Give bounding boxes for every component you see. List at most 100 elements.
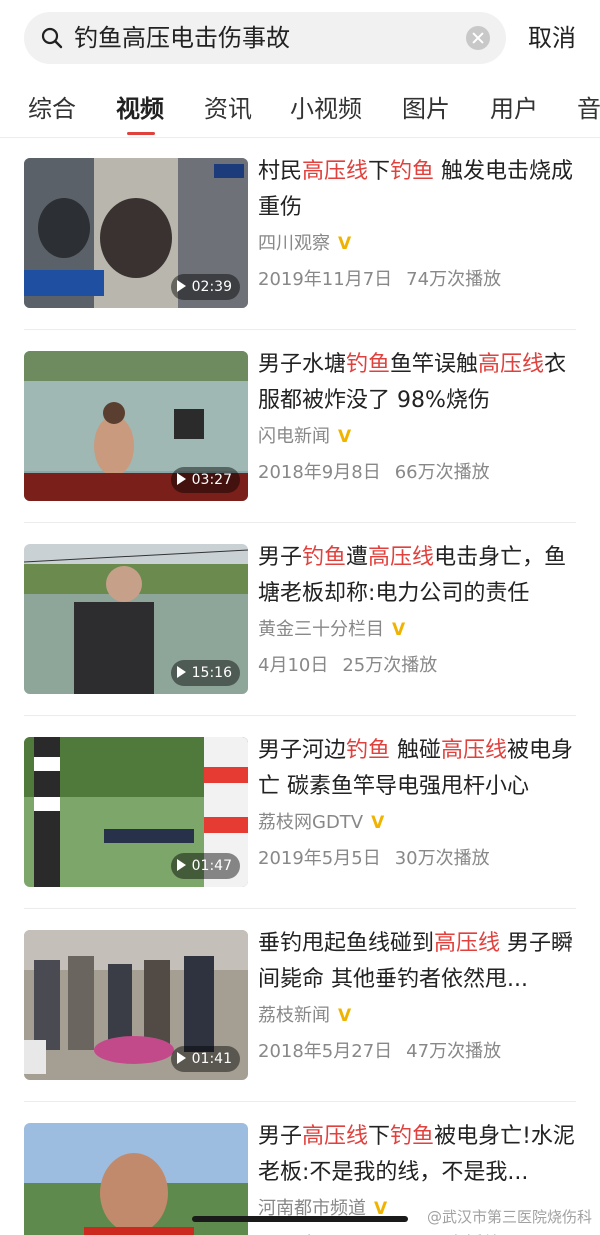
title-text: 男子 [258,545,303,570]
highlighted-keyword: 钓鱼 [302,545,347,570]
video-thumbnail[interactable]: 03:27 [24,351,248,501]
duration-text: 02:39 [191,279,232,295]
source-line: 荔枝新闻 V [258,1002,351,1030]
video-thumbnail[interactable]: 15:16 [24,544,248,694]
tab-audio[interactable]: 音 [577,94,600,124]
view-count: 74万次播放 [406,269,502,290]
tab-news[interactable]: 资讯 [204,94,252,124]
duration-text: 01:47 [191,858,232,874]
tab-short-video[interactable]: 小视频 [290,94,362,124]
source-name[interactable]: 荔枝网GDTV [258,812,363,833]
source-line: 闪电新闻 V [258,423,351,451]
meta-line: 4月10日 25万次播放 [258,652,437,680]
duration-text: 01:41 [191,1051,232,1067]
search-icon [41,27,63,49]
active-tab-indicator [127,132,155,135]
source-line: 荔枝网GDTV V [258,809,384,837]
result-title[interactable]: 男子高压线下钓鱼被电身亡!水泥老板:不是我的线，不是我... [258,1119,576,1191]
watermark: @武汉市第三医院烧伤科 [426,1208,592,1226]
verified-badge: V [392,620,406,640]
video-thumbnail[interactable]: 01:47 [24,737,248,887]
result-title[interactable]: 男子河边钓鱼 触碰高压线被电身亡 碳素鱼竿导电强甩杆小心 [258,733,576,805]
result-item[interactable]: 15:16 男子钓鱼遭高压线电击身亡，鱼塘老板却称:电力公司的责任黄金三十分栏目 V… [0,524,600,716]
result-item[interactable]: 03:27 男子水塘钓鱼鱼竿误触高压线衣服都被炸没了 98%烧伤闪电新闻 V 2018… [0,331,600,523]
play-icon [176,666,186,678]
view-count: 66万次播放 [394,462,490,483]
title-text: 男子 [258,1124,303,1149]
duration-badge: 15:16 [170,660,240,686]
meta-line: 2018年9月8日 66万次播放 [258,459,490,487]
highlighted-keyword: 钓鱼 [346,352,391,377]
highlighted-keyword: 高压线 [478,352,545,377]
source-name[interactable]: 闪电新闻 [258,426,330,447]
result-item[interactable]: 01:47 男子河边钓鱼 触碰高压线被电身亡 碳素鱼竿导电强甩杆小心荔枝网GDTV… [0,717,600,909]
search-box[interactable]: 钓鱼高压电击伤事故 [24,12,506,64]
title-text: 垂钓甩起鱼线碰到 [258,931,435,956]
play-icon [176,1052,186,1064]
result-title[interactable]: 男子水塘钓鱼鱼竿误触高压线衣服都被炸没了 98%烧伤 [258,347,576,419]
result-title[interactable]: 男子钓鱼遭高压线电击身亡，鱼塘老板却称:电力公司的责任 [258,540,576,612]
publish-date: 2019年11月7日 [258,269,393,290]
verified-badge: V [338,234,352,254]
verified-badge: V [338,1006,352,1026]
source-name[interactable]: 荔枝新闻 [258,1005,330,1026]
tab-images[interactable]: 图片 [402,94,450,124]
divider [24,1101,576,1102]
meta-line: 2019年5月5日 30万次播放 [258,845,490,873]
title-text: 男子河边 [258,738,347,763]
clear-icon[interactable] [466,26,490,50]
cancel-button[interactable]: 取消 [528,22,576,54]
divider [24,715,576,716]
title-text: 下 [368,159,391,184]
title-text: 村民 [258,159,303,184]
source-name[interactable]: 四川观察 [258,233,330,254]
meta-line: 2019年11月7日 74万次播放 [258,266,501,294]
publish-date: 2018年5月27日 [258,1041,393,1062]
view-count: 47万次播放 [406,1041,502,1062]
video-thumbnail[interactable]: 01:41 [24,930,248,1080]
title-text: 下 [368,1124,391,1149]
title-text: 鱼竿误触 [390,352,479,377]
view-count: 25万次播放 [342,655,438,676]
title-text: 触碰 [390,738,442,763]
duration-badge: 02:39 [170,274,240,300]
duration-badge: 01:47 [170,853,240,879]
divider [24,329,576,330]
duration-badge: 01:41 [170,1046,240,1072]
meta-line: 2018年7月30日43万次播放 [258,1231,501,1235]
play-icon [176,473,186,485]
highlighted-keyword: 高压线 [302,159,369,184]
duration-text: 15:16 [191,665,232,681]
verified-badge: V [371,813,385,833]
tab-bar: 综合 视频 资讯 小视频 图片 用户 音 [0,82,600,138]
result-item[interactable]: 02:39 村民高压线下钓鱼 触发电击烧成重伤四川观察 V 2019年11月7日 74万… [0,138,600,330]
meta-line: 2018年5月27日 47万次播放 [258,1038,501,1066]
view-count: 30万次播放 [394,848,490,869]
home-indicator [192,1216,408,1222]
divider [24,908,576,909]
result-title[interactable]: 村民高压线下钓鱼 触发电击烧成重伤 [258,154,576,226]
highlighted-keyword: 高压线 [302,1124,369,1149]
search-bar: 钓鱼高压电击伤事故 取消 [0,0,600,80]
highlighted-keyword: 钓鱼 [346,738,391,763]
result-item[interactable]: 01:41 垂钓甩起鱼线碰到高压线 男子瞬间毙命 其他垂钓者依然甩... 荔枝新闻 V… [0,910,600,1102]
title-text: 男子水塘 [258,352,347,377]
tab-comprehensive[interactable]: 综合 [28,94,76,124]
duration-badge: 03:27 [170,467,240,493]
highlighted-keyword: 高压线 [368,545,435,570]
highlighted-keyword: 高压线 [434,931,501,956]
tab-video[interactable]: 视频 [116,94,164,124]
highlighted-keyword: 高压线 [441,738,508,763]
tab-users[interactable]: 用户 [490,94,538,124]
search-input[interactable]: 钓鱼高压电击伤事故 [74,23,290,53]
publish-date: 2018年9月8日 [258,462,381,483]
video-thumbnail[interactable]: 02:39 [24,158,248,308]
highlighted-keyword: 钓鱼 [390,1124,435,1149]
play-icon [176,859,186,871]
highlighted-keyword: 钓鱼 [390,159,435,184]
publish-date: 4月10日 [258,655,329,676]
result-title[interactable]: 垂钓甩起鱼线碰到高压线 男子瞬间毙命 其他垂钓者依然甩... [258,926,576,998]
verified-badge: V [338,427,352,447]
source-name[interactable]: 黄金三十分栏目 [258,619,384,640]
duration-text: 03:27 [191,472,232,488]
